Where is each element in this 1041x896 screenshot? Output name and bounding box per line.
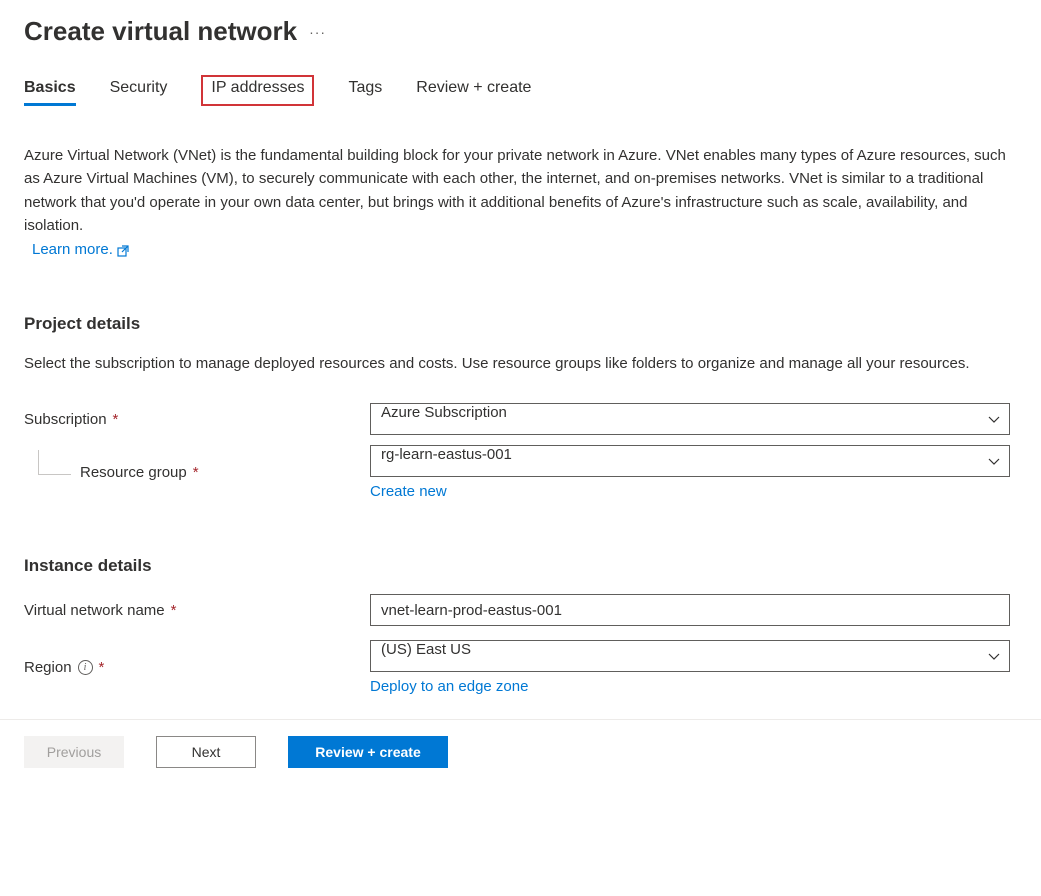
tab-tags[interactable]: Tags xyxy=(348,79,382,106)
subscription-label: Subscription * xyxy=(24,411,370,428)
tab-ip-addresses[interactable]: IP addresses xyxy=(201,75,314,106)
footer-bar: Previous Next Review + create xyxy=(0,719,1041,784)
learn-more-label: Learn more. xyxy=(32,241,113,258)
required-marker: * xyxy=(171,602,177,619)
project-details-section: Project details Select the subscription … xyxy=(24,314,1017,500)
page-header: Create virtual network ··· xyxy=(24,16,1017,47)
resource-group-row: Resource group * rg-learn-eastus-001 Cre… xyxy=(24,445,1017,500)
region-label: Region i * xyxy=(24,659,370,676)
project-details-title: Project details xyxy=(24,314,1017,334)
deploy-edge-link[interactable]: Deploy to an edge zone xyxy=(370,678,528,695)
resource-group-select[interactable]: rg-learn-eastus-001 xyxy=(370,445,1010,477)
resource-group-label: Resource group * xyxy=(24,464,370,481)
review-create-button[interactable]: Review + create xyxy=(288,736,448,768)
tab-security[interactable]: Security xyxy=(110,79,168,106)
intro-text: Azure Virtual Network (VNet) is the fund… xyxy=(24,144,1014,237)
next-button[interactable]: Next xyxy=(156,736,256,768)
subscription-row: Subscription * Azure Subscription xyxy=(24,403,1017,435)
tab-review-create[interactable]: Review + create xyxy=(416,79,531,106)
tab-basics[interactable]: Basics xyxy=(24,79,76,106)
previous-button: Previous xyxy=(24,736,124,768)
more-icon[interactable]: ··· xyxy=(309,24,326,40)
region-select[interactable]: (US) East US xyxy=(370,640,1010,672)
info-icon[interactable]: i xyxy=(78,660,93,675)
external-link-icon xyxy=(117,244,129,256)
vnet-name-row: Virtual network name * xyxy=(24,594,1017,626)
learn-more-link[interactable]: Learn more. xyxy=(32,241,129,258)
region-row: Region i * (US) East US Deploy to an edg… xyxy=(24,640,1017,695)
required-marker: * xyxy=(113,411,119,428)
create-new-link[interactable]: Create new xyxy=(370,483,447,500)
subscription-select[interactable]: Azure Subscription xyxy=(370,403,1010,435)
vnet-name-input[interactable] xyxy=(370,594,1010,626)
required-marker: * xyxy=(193,464,199,481)
tabs-container: Basics Security IP addresses Tags Review… xyxy=(24,79,1017,106)
vnet-name-label: Virtual network name * xyxy=(24,602,370,619)
required-marker: * xyxy=(99,659,105,676)
page-title: Create virtual network xyxy=(24,16,297,47)
instance-details-title: Instance details xyxy=(24,556,1017,576)
project-details-description: Select the subscription to manage deploy… xyxy=(24,352,1014,375)
instance-details-section: Instance details Virtual network name * … xyxy=(24,556,1017,695)
